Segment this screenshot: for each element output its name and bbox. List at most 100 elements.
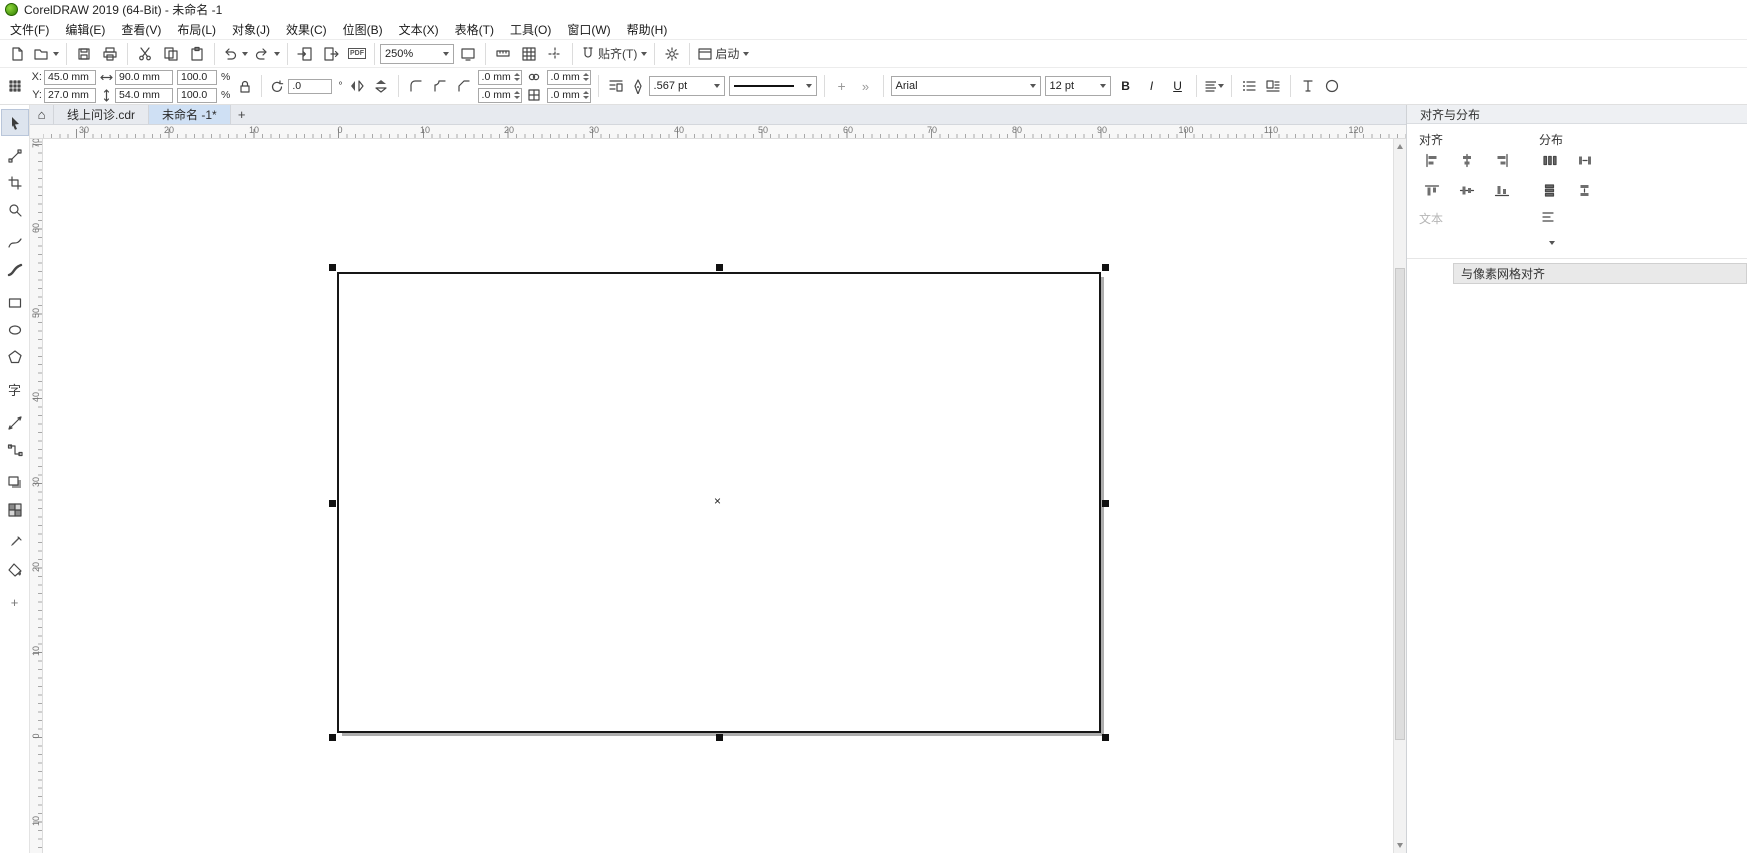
align-left-button[interactable] [1417, 148, 1447, 172]
align-center-vertically-button[interactable] [1452, 178, 1482, 202]
menu-effects[interactable]: 效果(C) [278, 19, 335, 40]
stepper[interactable] [514, 73, 520, 81]
menu-edit[interactable]: 编辑(E) [57, 19, 113, 40]
menu-layout[interactable]: 布局(L) [169, 19, 224, 40]
wrap-text-button[interactable] [606, 76, 626, 96]
polygon-tool[interactable] [2, 344, 28, 369]
show-rulers-button[interactable] [491, 42, 515, 66]
print-button[interactable] [98, 42, 122, 66]
launch-button[interactable]: 启动 [695, 42, 751, 66]
new-tab-button[interactable]: + [231, 105, 253, 124]
docker-expand-button[interactable] [1543, 236, 1559, 250]
rectangle-tool[interactable] [2, 290, 28, 315]
menu-object[interactable]: 对象(J) [224, 19, 278, 40]
menu-bitmaps[interactable]: 位图(B) [335, 19, 391, 40]
document-tab[interactable]: 线上问诊.cdr [54, 105, 149, 124]
connector-tool[interactable] [2, 437, 28, 462]
shape-tool[interactable] [2, 143, 28, 168]
menu-help[interactable]: 帮助(H) [619, 19, 676, 40]
more-options-button[interactable]: » [856, 76, 876, 96]
corner-radius-bl-input[interactable]: .0 mm [478, 88, 522, 103]
scale-vertical-input[interactable]: 100.0 [177, 88, 217, 103]
selection-handle-top-right[interactable] [1102, 264, 1109, 271]
distribute-top-button[interactable] [1535, 178, 1565, 202]
color-eyedropper-tool[interactable] [2, 530, 28, 555]
vertical-ruler[interactable]: 70605040302010010 [30, 139, 43, 853]
pick-tool[interactable] [2, 110, 28, 135]
scroll-up-icon[interactable] [1397, 144, 1403, 149]
transparency-tool[interactable] [2, 497, 28, 522]
align-center-horizontally-button[interactable] [1452, 148, 1482, 172]
corner-radius-br-input[interactable]: .0 mm [547, 88, 591, 103]
add-tool-button[interactable]: + [2, 590, 28, 615]
show-grid-button[interactable] [517, 42, 541, 66]
x-position-input[interactable]: 45.0 mm [44, 70, 96, 85]
round-corner-button[interactable] [406, 76, 426, 96]
line-style-combo[interactable] [729, 76, 817, 96]
artistic-media-tool[interactable] [2, 257, 28, 282]
interactive-fill-tool[interactable] [2, 557, 28, 582]
export-button[interactable] [319, 42, 343, 66]
corner-radius-tl-input[interactable]: .0 mm [478, 70, 522, 85]
stepper[interactable] [583, 91, 589, 99]
zoom-level-combo[interactable]: 250% [380, 44, 454, 64]
menu-file[interactable]: 文件(F) [2, 19, 57, 40]
drop-cap-button[interactable] [1263, 76, 1283, 96]
distribute-spacing-h-button[interactable] [1570, 148, 1600, 172]
scale-horizontal-input[interactable]: 100.0 [177, 70, 217, 85]
freehand-tool[interactable] [2, 230, 28, 255]
font-family-combo[interactable]: Arial [891, 76, 1041, 96]
mirror-horizontal-button[interactable] [347, 76, 367, 96]
horizontal-ruler[interactable]: 3020100102030405060708090100110120 [30, 125, 1406, 139]
open-button[interactable] [31, 42, 61, 66]
redo-button[interactable] [252, 42, 282, 66]
menu-text[interactable]: 文本(X) [391, 19, 447, 40]
stepper[interactable] [583, 73, 589, 81]
dimension-tool[interactable] [2, 410, 28, 435]
cut-button[interactable] [133, 42, 157, 66]
crop-tool[interactable] [2, 170, 28, 195]
relative-corner-scaling-button[interactable] [526, 88, 543, 103]
selection-handle-bottom-left[interactable] [329, 734, 336, 741]
selection-handle-middle-right[interactable] [1102, 500, 1109, 507]
selection-handle-top-middle[interactable] [716, 264, 723, 271]
align-top-button[interactable] [1417, 178, 1447, 202]
italic-button[interactable]: I [1141, 76, 1163, 96]
drawing-canvas[interactable]: × [43, 139, 1393, 853]
document-tab-active[interactable]: 未命名 -1* [149, 105, 231, 124]
stepper[interactable] [514, 91, 520, 99]
publish-pdf-button[interactable]: PDF [345, 42, 369, 66]
y-position-input[interactable]: 27.0 mm [44, 88, 96, 103]
undo-button[interactable] [220, 42, 250, 66]
selection-handle-top-left[interactable] [329, 264, 336, 271]
options-button[interactable] [660, 42, 684, 66]
bold-button[interactable]: B [1115, 76, 1137, 96]
ellipse-tool[interactable] [2, 317, 28, 342]
outline-width-combo[interactable]: .567 pt [649, 76, 725, 96]
fullscreen-preview-button[interactable] [456, 42, 480, 66]
chamfered-corner-button[interactable] [454, 76, 474, 96]
align-right-button[interactable] [1487, 148, 1517, 172]
selection-handle-middle-left[interactable] [329, 500, 336, 507]
edit-corners-together-button[interactable] [526, 70, 543, 85]
copy-button[interactable] [159, 42, 183, 66]
text-tool[interactable]: 字 [2, 377, 28, 402]
menu-tools[interactable]: 工具(O) [502, 19, 559, 40]
selected-rectangle[interactable]: × [337, 272, 1101, 733]
save-button[interactable] [72, 42, 96, 66]
menu-window[interactable]: 窗口(W) [559, 19, 618, 40]
object-width-input[interactable]: 90.0 mm [115, 70, 173, 85]
selection-handle-bottom-middle[interactable] [716, 734, 723, 741]
distribute-left-button[interactable] [1535, 148, 1565, 172]
object-height-input[interactable]: 54.0 mm [115, 88, 173, 103]
bulleted-list-button[interactable] [1239, 76, 1259, 96]
new-document-button[interactable] [5, 42, 29, 66]
underline-button[interactable]: U [1167, 76, 1189, 96]
object-origin-button[interactable] [5, 76, 25, 96]
object-center-marker[interactable]: × [714, 494, 721, 508]
align-bottom-button[interactable] [1487, 178, 1517, 202]
scalloped-corner-button[interactable] [430, 76, 450, 96]
vertical-scrollbar[interactable] [1393, 139, 1406, 853]
drop-shadow-tool[interactable] [2, 470, 28, 495]
font-size-combo[interactable]: 12 pt [1045, 76, 1111, 96]
